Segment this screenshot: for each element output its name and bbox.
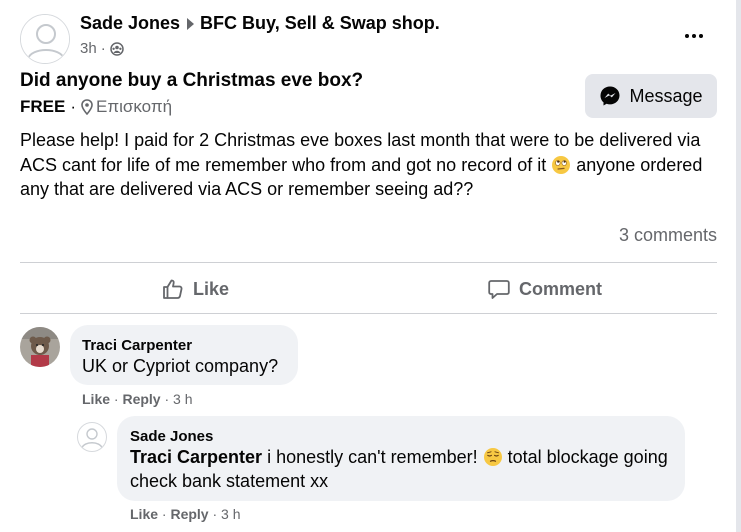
listing-price-location: FREE · Επισκοπή [20,97,172,117]
listing-location[interactable]: Επισκοπή [96,97,172,117]
reply-like-link[interactable]: Like [130,506,158,522]
comment-author[interactable]: Traci Carpenter [82,337,192,354]
comment-reply-link[interactable]: Reply [122,391,160,407]
reply-actions-separator: · [161,506,167,522]
pensive-emoji-icon [483,448,502,466]
messenger-icon [600,86,620,106]
facebook-post: Sade Jones BFC Buy, Sell & Swap shop. 3h… [0,0,741,532]
like-button[interactable]: Like [161,272,229,306]
comment-button[interactable]: Comment [487,272,602,306]
more-options-icon [685,34,689,38]
reply-actions-separator: · [212,506,218,522]
group-name-link[interactable]: BFC Buy, Sell & Swap shop. [200,13,440,34]
reply-mention-link[interactable]: Traci Carpenter [130,447,262,467]
reply-reply-link[interactable]: Reply [170,506,208,522]
comment-like-link[interactable]: Like [82,391,110,407]
reply-timestamp[interactable]: 3 h [221,506,240,522]
group-audience-icon [109,41,124,56]
post-author-name[interactable]: Sade Jones [80,13,180,34]
post-timestamp[interactable]: 3h [80,40,97,57]
divider [20,313,717,314]
comments-count-link[interactable]: 3 comments [619,225,717,246]
reply-author[interactable]: Sade Jones [130,428,213,445]
reply-text: Traci Carpenter i honestly can't remembe… [130,445,670,493]
reply-actions: Like · Reply · 3 h [130,506,241,522]
listing-price: FREE [20,97,66,116]
post-body-text: Please help! I paid for 2 Christmas eve … [20,128,720,202]
reply-text-part1: i honestly can't remember! [262,447,483,467]
scrollbar-track[interactable] [736,0,741,532]
commenter-avatar[interactable] [20,327,60,367]
more-options-icon-dot [692,34,696,38]
post-author-avatar[interactable] [20,14,70,64]
comment-button-label: Comment [519,278,603,299]
like-button-label: Like [193,278,230,299]
thumbs-up-icon [163,279,183,299]
message-button[interactable]: Message [585,74,717,118]
reply-bubble: Sade Jones Traci Carpenter i honestly ca… [117,416,685,501]
post-meta: 3h · [80,40,124,57]
message-button-label: Message [629,85,703,106]
default-avatar-icon [21,15,69,63]
comment-text: UK or Cypriot company? [82,356,279,376]
default-avatar-icon [81,428,103,449]
comment-actions-separator: · [113,391,119,407]
location-pin-icon [81,99,93,115]
meta-separator: · [100,40,106,57]
comment-actions-separator: · [164,391,170,407]
comment-actions: Like · Reply · 3 h [82,391,193,407]
rolling-eyes-emoji-icon [552,155,571,174]
profile-photo-icon [20,327,60,367]
more-options-button[interactable] [676,22,712,50]
listing-title: Did anyone buy a Christmas eve box? [20,70,364,91]
post-header: Sade Jones BFC Buy, Sell & Swap shop. [80,13,440,34]
divider [20,262,717,263]
triangle-right-icon [187,17,195,30]
reply-author-avatar[interactable] [77,422,107,452]
listing-separator: · [70,97,77,116]
comment-timestamp[interactable]: 3 h [173,391,192,407]
comment-bubble: Traci Carpenter UK or Cypriot company? [70,325,298,385]
more-options-icon-dot [699,34,703,38]
comment-bubble-icon [488,280,510,299]
